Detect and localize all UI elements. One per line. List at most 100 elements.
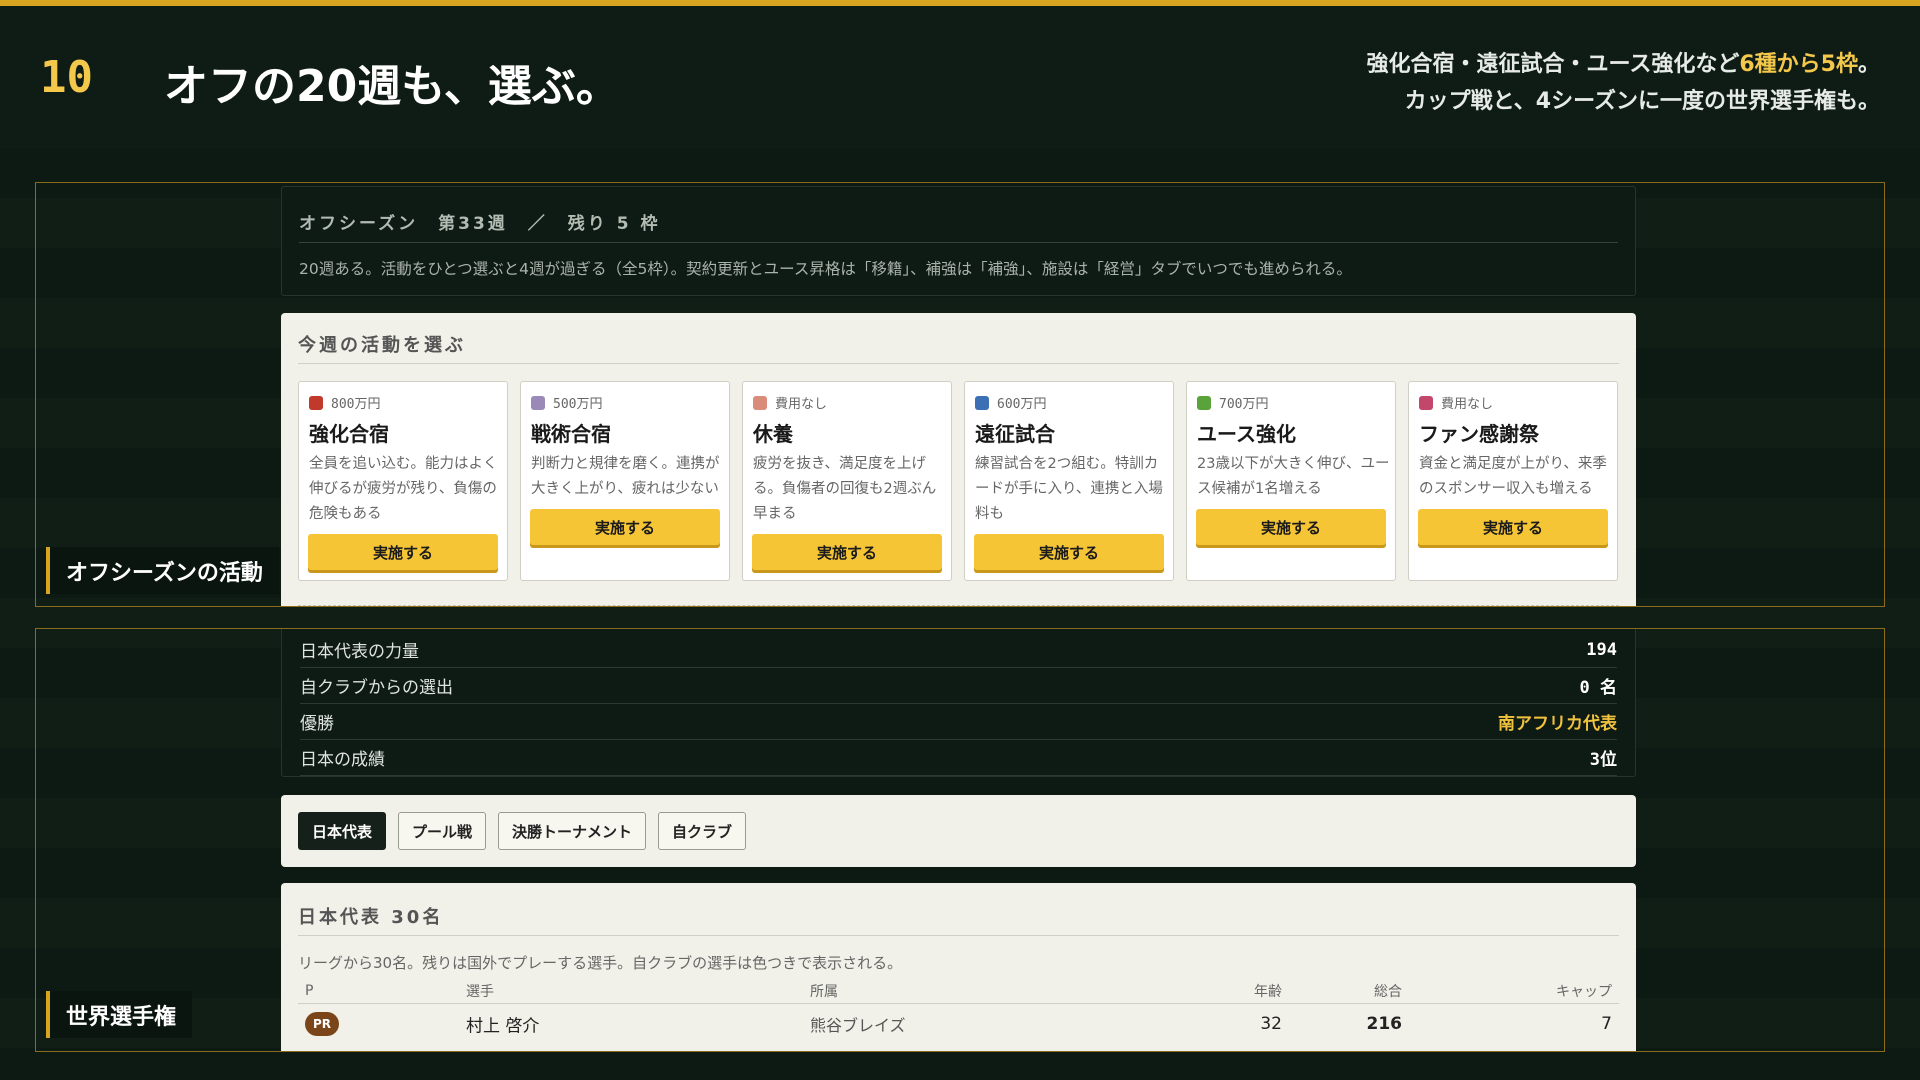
divider xyxy=(298,935,1619,936)
stat-row: 自クラブからの選出 0 名 xyxy=(300,668,1617,704)
table-header: P 選手 所属 年齢 総合 キャップ xyxy=(298,978,1619,1004)
card-description: 疲労を抜き、満足度を上げる。負傷者の回復も2週ぶん早まる xyxy=(753,456,937,522)
slide-header: 10 オフの20週も、選ぶ。 強化合宿・遠征試合・ユース強化など6種から5枠。 … xyxy=(0,6,1920,148)
stat-label: 自クラブからの選出 xyxy=(300,678,453,698)
activity-card-fan-festival: 費用なし ファン感謝祭 資金と満足度が上がり、来季のスポンサー収入も増える 実施… xyxy=(1408,381,1618,581)
activity-heading: 今週の活動を選ぶ xyxy=(298,335,466,356)
offseason-status: オフシーズン 第33週 ／ 残り 5 枠 xyxy=(299,214,661,234)
subtitle-text: 。 xyxy=(1857,52,1880,77)
card-cost: 800万円 xyxy=(309,393,380,412)
offseason-section: オフシーズン 第33週 ／ 残り 5 枠 20週ある。活動をひとつ選ぶと4週が過… xyxy=(35,182,1885,607)
slide-number: 10 xyxy=(40,52,93,103)
card-title: 戦術合宿 xyxy=(531,422,611,446)
bus-icon xyxy=(975,395,989,410)
run-activity-button[interactable]: 実施する xyxy=(1418,509,1608,545)
stat-label: 優勝 xyxy=(300,714,334,734)
cost-text: 500万円 xyxy=(553,397,603,412)
activity-card-training-camp: 800万円 強化合宿 全員を追い込む。能力はよく伸びるが疲労が残り、負傷の危険も… xyxy=(298,381,508,581)
card-title: 遠征試合 xyxy=(975,422,1055,446)
world-championship-section: 日本代表の力量 194 自クラブからの選出 0 名 優勝 南アフリカ代表 日本の… xyxy=(35,628,1885,1052)
championship-tabs: 日本代表 プール戦 決勝トーナメント 自クラブ xyxy=(281,795,1636,867)
roster-description: リーグから30名。残りは国外でプレーする選手。自クラブの選手は色つきで表示される… xyxy=(298,954,903,972)
col-header-age: 年齢 xyxy=(1254,983,1282,1000)
table-row[interactable]: PR 村上 啓介 熊谷ブレイズ 32 216 7 xyxy=(298,1004,1619,1044)
card-cost: 600万円 xyxy=(975,393,1046,412)
player-caps: 7 xyxy=(1601,1014,1612,1034)
sprout-icon xyxy=(1197,395,1211,410)
card-title: 強化合宿 xyxy=(309,422,389,446)
card-cost: 費用なし xyxy=(1419,393,1493,412)
divider xyxy=(299,242,1618,243)
subtitle-text: 強化合宿・遠征試合・ユース強化など xyxy=(1366,52,1740,77)
activity-card-tour: 600万円 遠征試合 練習試合を2つ組む。特訓カードが手に入り、連携と入場料も … xyxy=(964,381,1174,581)
roster-heading: 日本代表 30名 xyxy=(298,907,444,928)
slide-title: オフの20週も、選ぶ。 xyxy=(164,61,620,112)
stat-value: 194 xyxy=(1586,639,1617,660)
cost-text: 800万円 xyxy=(331,397,381,412)
card-cost: 700万円 xyxy=(1197,393,1268,412)
activity-card-youth: 700万円 ユース強化 23歳以下が大きく伸び、ユース候補が1名増える 実施する xyxy=(1186,381,1396,581)
player-age: 32 xyxy=(1260,1014,1282,1034)
card-title: ユース強化 xyxy=(1197,422,1296,446)
roster-table: P 選手 所属 年齢 総合 キャップ PR 村上 啓介 熊谷ブレイズ 32 21… xyxy=(298,978,1619,1044)
cost-text: 費用なし xyxy=(775,397,828,412)
col-header-overall: 総合 xyxy=(1374,983,1402,1000)
run-activity-button[interactable]: 実施する xyxy=(974,534,1164,570)
player-overall: 216 xyxy=(1366,1014,1403,1034)
divider xyxy=(298,363,1619,364)
col-header-player: 選手 xyxy=(466,983,494,1000)
card-description: 資金と満足度が上がり、来季のスポンサー収入も増える xyxy=(1419,456,1607,497)
card-cost: 費用なし xyxy=(753,393,827,412)
run-activity-button[interactable]: 実施する xyxy=(1196,509,1386,545)
cost-text: 費用なし xyxy=(1441,397,1494,412)
col-header-position: P xyxy=(305,982,314,999)
stat-row: 優勝 南アフリカ代表 xyxy=(300,704,1617,740)
hot-spring-icon xyxy=(753,395,767,410)
stat-row: 日本の成績 3位 xyxy=(300,740,1617,776)
activity-card-tactics-camp: 500万円 戦術合宿 判断力と規律を磨く。連携が大きく上がり、疲れは少ない 実施… xyxy=(520,381,730,581)
activity-cards: 800万円 強化合宿 全員を追い込む。能力はよく伸びるが疲労が残り、負傷の危険も… xyxy=(298,381,1618,581)
clipboard-icon xyxy=(531,395,545,410)
run-activity-button[interactable]: 実施する xyxy=(752,534,942,570)
run-activity-button[interactable]: 実施する xyxy=(308,534,498,570)
player-team: 熊谷ブレイズ xyxy=(810,1016,906,1035)
position-badge: PR xyxy=(305,1012,339,1036)
stat-row: 日本代表の力量 194 xyxy=(300,632,1617,668)
cost-text: 700万円 xyxy=(1219,397,1269,412)
section-label-world-championship: 世界選手権 xyxy=(46,991,193,1038)
tab-japan-national[interactable]: 日本代表 xyxy=(298,812,387,850)
card-cost: 500万円 xyxy=(531,393,602,412)
roster-panel: 日本代表 30名 リーグから30名。残りは国外でプレーする選手。自クラブの選手は… xyxy=(281,883,1636,1051)
offseason-info-panel: オフシーズン 第33週 ／ 残り 5 枠 20週ある。活動をひとつ選ぶと4週が過… xyxy=(281,186,1636,296)
activity-card-rest: 費用なし 休養 疲労を抜き、満足度を上げる。負傷者の回復も2週ぶん早まる 実施す… xyxy=(742,381,952,581)
offseason-description: 20週ある。活動をひとつ選ぶと4週が過ぎる（全5枠）。契約更新とユース昇格は「移… xyxy=(299,260,1352,278)
card-description: 練習試合を2つ組む。特訓カードが手に入り、連携と入場料も xyxy=(975,456,1163,522)
section-label-offseason: オフシーズンの活動 xyxy=(46,547,279,594)
tab-knockout[interactable]: 決勝トーナメント xyxy=(498,812,647,850)
player-name: 村上 啓介 xyxy=(466,1016,540,1037)
card-description: 23歳以下が大きく伸び、ユース候補が1名増える xyxy=(1197,456,1390,497)
col-header-caps: キャップ xyxy=(1556,983,1612,1000)
stat-value: 3位 xyxy=(1589,750,1617,770)
subtitle-highlight: 6種から5枠 xyxy=(1739,52,1858,77)
run-activity-button[interactable]: 実施する xyxy=(530,509,720,545)
activity-panel: 今週の活動を選ぶ 800万円 強化合宿 全員を追い込む。能力はよく伸びるが疲労が… xyxy=(281,313,1636,606)
tent-icon xyxy=(1419,395,1433,410)
tab-pool-stage[interactable]: プール戦 xyxy=(398,812,487,850)
stat-value: 0 名 xyxy=(1579,678,1617,698)
subtitle-line-2: カップ戦と、4シーズンに一度の世界選手権も。 xyxy=(1404,89,1880,114)
stat-value: 南アフリカ代表 xyxy=(1498,714,1617,734)
championship-stats-panel: 日本代表の力量 194 自クラブからの選出 0 名 優勝 南アフリカ代表 日本の… xyxy=(281,629,1636,777)
cost-text: 600万円 xyxy=(997,397,1047,412)
card-description: 全員を追い込む。能力はよく伸びるが疲労が残り、負傷の危険もある xyxy=(309,456,498,522)
col-header-team: 所属 xyxy=(810,983,838,1000)
slide-subtitle: 強化合宿・遠征試合・ユース強化など6種から5枠。 カップ戦と、4シーズンに一度の… xyxy=(1366,46,1880,120)
dumbbell-icon xyxy=(309,395,323,410)
card-title: 休養 xyxy=(753,422,793,446)
tab-own-club[interactable]: 自クラブ xyxy=(658,812,747,850)
position-badge-cell: PR xyxy=(305,1012,339,1036)
stat-label: 日本の成績 xyxy=(300,750,385,770)
stat-label: 日本代表の力量 xyxy=(300,642,419,662)
dashed-divider xyxy=(298,605,1619,606)
card-description: 判断力と規律を磨く。連携が大きく上がり、疲れは少ない xyxy=(531,456,720,497)
